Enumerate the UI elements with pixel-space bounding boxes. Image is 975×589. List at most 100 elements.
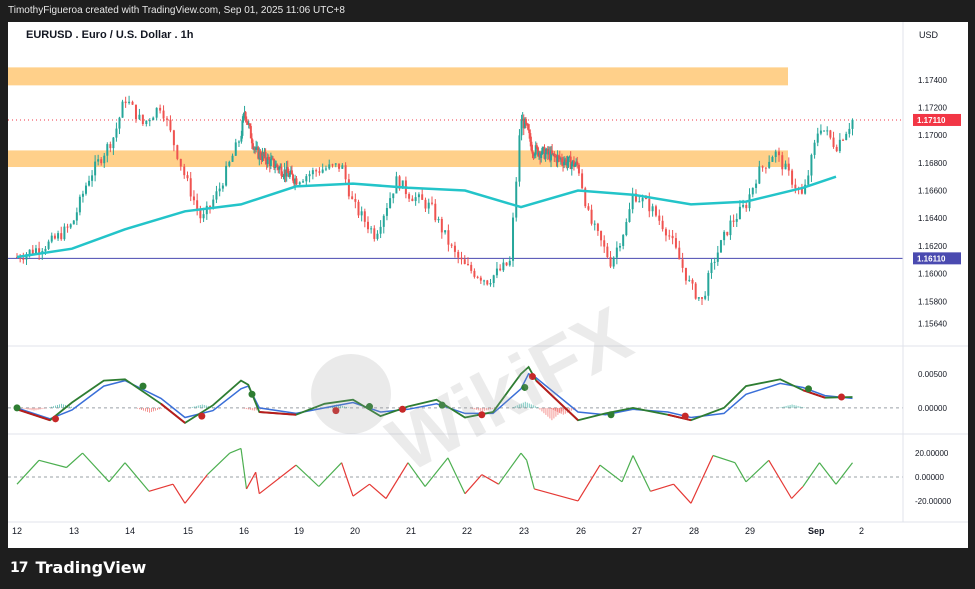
candle-body xyxy=(835,146,838,152)
candle-body xyxy=(848,128,851,134)
macd-histogram-bar xyxy=(195,405,197,408)
macd-histogram-bar xyxy=(55,405,56,408)
price-chart-svg[interactable]: 1.17400 1.17200 1.17000 1.16800 1.16600 1.164… xyxy=(8,22,968,548)
macd-histogram-bar xyxy=(153,407,154,412)
candle-body xyxy=(28,249,31,255)
candle-body xyxy=(414,197,417,202)
candle-body xyxy=(221,185,224,189)
x-tick-label: Sep xyxy=(808,526,825,536)
candle-body xyxy=(596,223,599,231)
osc-y-tick-label: 0.00000 xyxy=(915,473,944,482)
macd-histogram-bar xyxy=(35,407,37,411)
candle-body xyxy=(196,200,199,210)
macd-histogram-bar xyxy=(71,406,72,408)
candle-body xyxy=(466,264,469,266)
macd-histogram-bar xyxy=(251,407,253,411)
macd-histogram-bar xyxy=(799,406,801,408)
candle-body xyxy=(245,119,248,122)
oscillator-segment xyxy=(520,452,528,461)
x-tick-label: 13 xyxy=(69,526,79,536)
macd-histogram-bar xyxy=(255,407,257,411)
candle-body xyxy=(473,270,476,277)
macd-histogram-bar xyxy=(570,407,572,411)
candle-body xyxy=(202,214,205,219)
macd-histogram-bar xyxy=(49,407,50,408)
y-tick-label: 1.17000 xyxy=(918,131,947,140)
candle-body xyxy=(385,208,388,216)
candle-body xyxy=(701,297,703,299)
candle-body xyxy=(50,235,53,242)
macd-histogram-bar xyxy=(787,405,789,408)
macd-histogram-bar xyxy=(57,404,58,408)
candle-body xyxy=(138,114,141,120)
oscillator-segment xyxy=(481,474,499,485)
candle-body xyxy=(495,268,498,276)
candle-body xyxy=(159,107,162,111)
candle-body xyxy=(392,193,395,199)
y-tick-label: 1.15800 xyxy=(918,297,947,306)
candle-body xyxy=(421,194,424,200)
macd-histogram-bar xyxy=(29,407,31,410)
candle-body xyxy=(84,185,87,194)
candle-body xyxy=(427,202,430,209)
candle-body xyxy=(651,206,654,212)
oscillator-segment xyxy=(206,452,231,476)
macd-histogram-bar xyxy=(191,406,193,408)
x-tick-label: 26 xyxy=(576,526,586,536)
oscillator-segment xyxy=(690,455,714,504)
candle-body xyxy=(723,231,726,241)
candle-body xyxy=(784,163,787,170)
candle-body xyxy=(121,101,124,118)
candle-body xyxy=(628,209,631,222)
candle-body xyxy=(53,235,56,239)
oscillator-segment xyxy=(369,483,387,499)
oscillator-segment xyxy=(835,462,853,485)
candle-body xyxy=(234,142,237,156)
candle-body xyxy=(738,206,741,219)
macd-histogram-bar xyxy=(791,404,793,408)
oscillator-segment xyxy=(295,464,320,487)
candle-body xyxy=(577,164,580,174)
candle-body xyxy=(688,279,691,281)
candle-body xyxy=(450,244,453,246)
macd-histogram-bar xyxy=(199,404,201,408)
candle-body xyxy=(658,215,661,221)
oscillator-segment xyxy=(255,472,260,494)
candle-body xyxy=(813,142,816,155)
candle-body xyxy=(189,178,192,197)
tradingview-brand[interactable]: 17 TradingView xyxy=(10,558,146,577)
macd-histogram-bar xyxy=(205,405,207,408)
macd-histogram-bar xyxy=(39,407,41,410)
candle-body xyxy=(338,163,341,169)
candle-body xyxy=(826,130,829,132)
candle-body xyxy=(781,155,784,170)
candle-body xyxy=(671,235,674,239)
macd-cross-marker xyxy=(805,385,812,393)
candle-body xyxy=(112,137,115,149)
candle-body xyxy=(581,173,584,189)
oscillator-segment xyxy=(16,459,40,485)
macd-histogram-bar xyxy=(37,407,39,410)
candle-body xyxy=(463,259,466,265)
candle-body xyxy=(66,226,69,228)
macd-histogram-bar xyxy=(201,404,203,408)
candle-body xyxy=(269,159,272,166)
candle-body xyxy=(166,118,168,120)
candle-body xyxy=(694,283,697,299)
x-tick-label: 15 xyxy=(183,526,193,536)
candle-body xyxy=(295,178,298,185)
macd-line-bearish-segment xyxy=(160,403,186,424)
candle-body xyxy=(395,176,398,194)
chart-area[interactable]: 1.17400 1.17200 1.17000 1.16800 1.16600 1.164… xyxy=(8,22,968,548)
candle-body xyxy=(641,198,644,202)
oscillator-segment xyxy=(318,462,343,487)
candle-body xyxy=(363,211,366,222)
macd-histogram-bar xyxy=(139,407,140,410)
macd-histogram-bar xyxy=(137,407,138,409)
macd-cross-marker xyxy=(681,412,689,420)
candle-body xyxy=(134,104,137,120)
y-tick-label: 1.16800 xyxy=(918,159,947,168)
candle-body xyxy=(431,202,434,204)
candle-body xyxy=(476,276,479,278)
candle-body xyxy=(842,139,845,141)
